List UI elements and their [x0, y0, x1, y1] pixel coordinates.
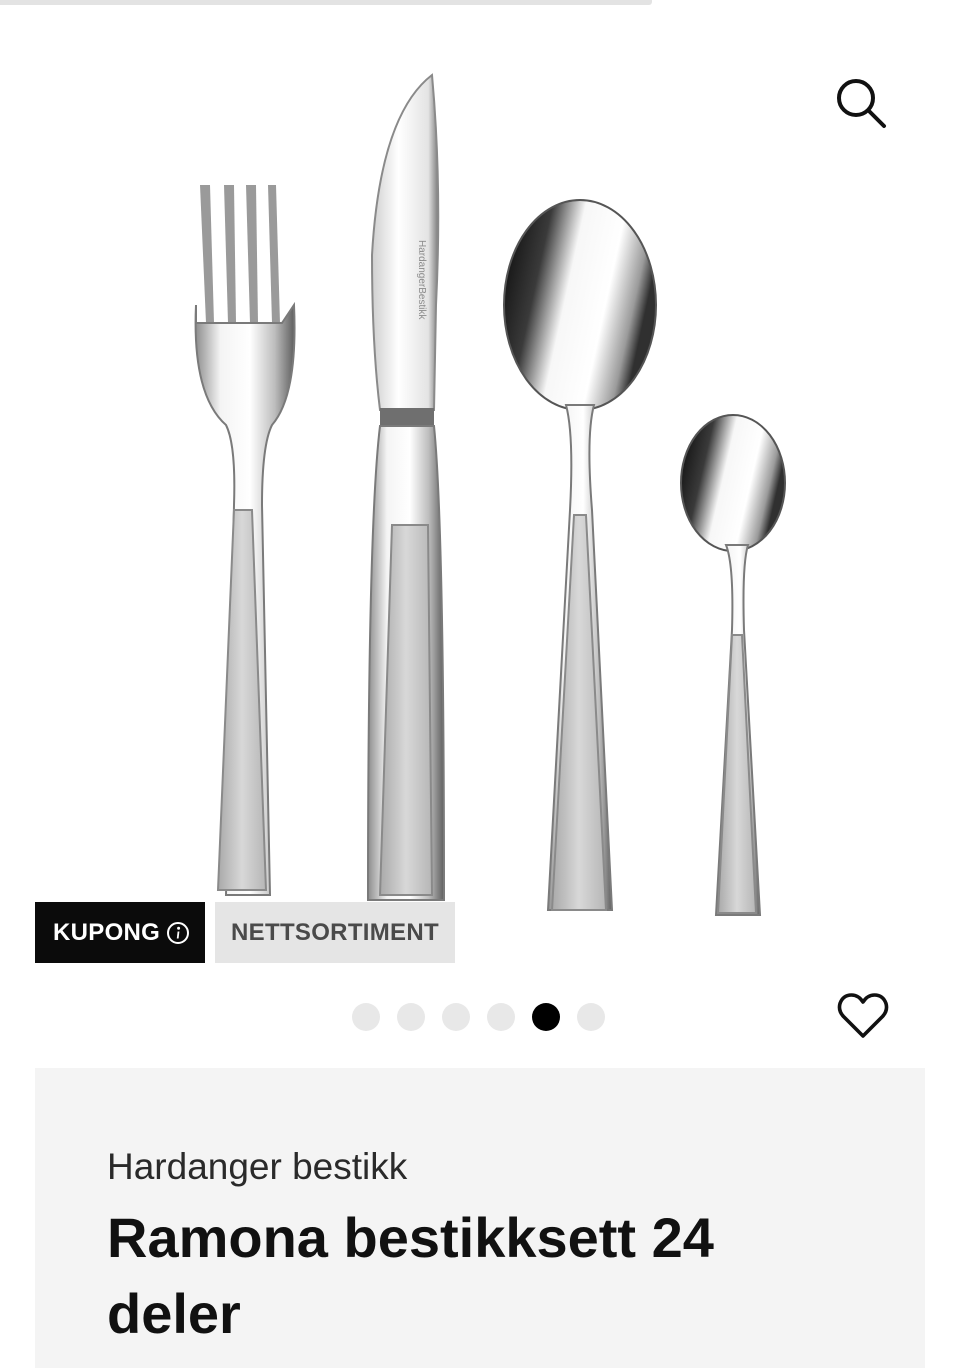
coupon-badge[interactable]: KUPONG	[35, 902, 205, 963]
favorite-button[interactable]	[830, 985, 896, 1047]
heart-icon	[837, 993, 889, 1038]
info-icon[interactable]	[166, 921, 190, 945]
product-info-panel: Hardanger bestikk Ramona bestikksett 24 …	[35, 1068, 925, 1368]
carousel-dot[interactable]	[397, 1003, 425, 1031]
product-image: HardangerBestikk	[194, 73, 786, 916]
coupon-badge-label: KUPONG	[53, 918, 161, 946]
online-assortment-label: NETTSORTIMENT	[231, 918, 439, 946]
carousel-dot[interactable]	[487, 1003, 515, 1031]
svg-text:HardangerBestikk: HardangerBestikk	[416, 240, 427, 320]
online-assortment-badge: NETTSORTIMENT	[215, 902, 455, 963]
product-brand[interactable]: Hardanger bestikk	[107, 1146, 407, 1188]
carousel-dot[interactable]	[577, 1003, 605, 1031]
knife-illustration: HardangerBestikk	[366, 73, 446, 901]
product-title: Ramona bestikksett 24 deler	[107, 1206, 714, 1345]
product-image-carousel[interactable]: HardangerBestikk	[0, 5, 960, 965]
search-icon	[837, 79, 886, 128]
fork-illustration	[194, 185, 296, 896]
teaspoon-illustration	[680, 414, 786, 916]
carousel-dot-active[interactable]	[532, 1003, 560, 1031]
tablespoon-illustration	[503, 199, 657, 911]
carousel-pagination	[352, 1003, 605, 1031]
carousel-dot[interactable]	[352, 1003, 380, 1031]
search-button[interactable]	[826, 68, 898, 140]
carousel-dot[interactable]	[442, 1003, 470, 1031]
